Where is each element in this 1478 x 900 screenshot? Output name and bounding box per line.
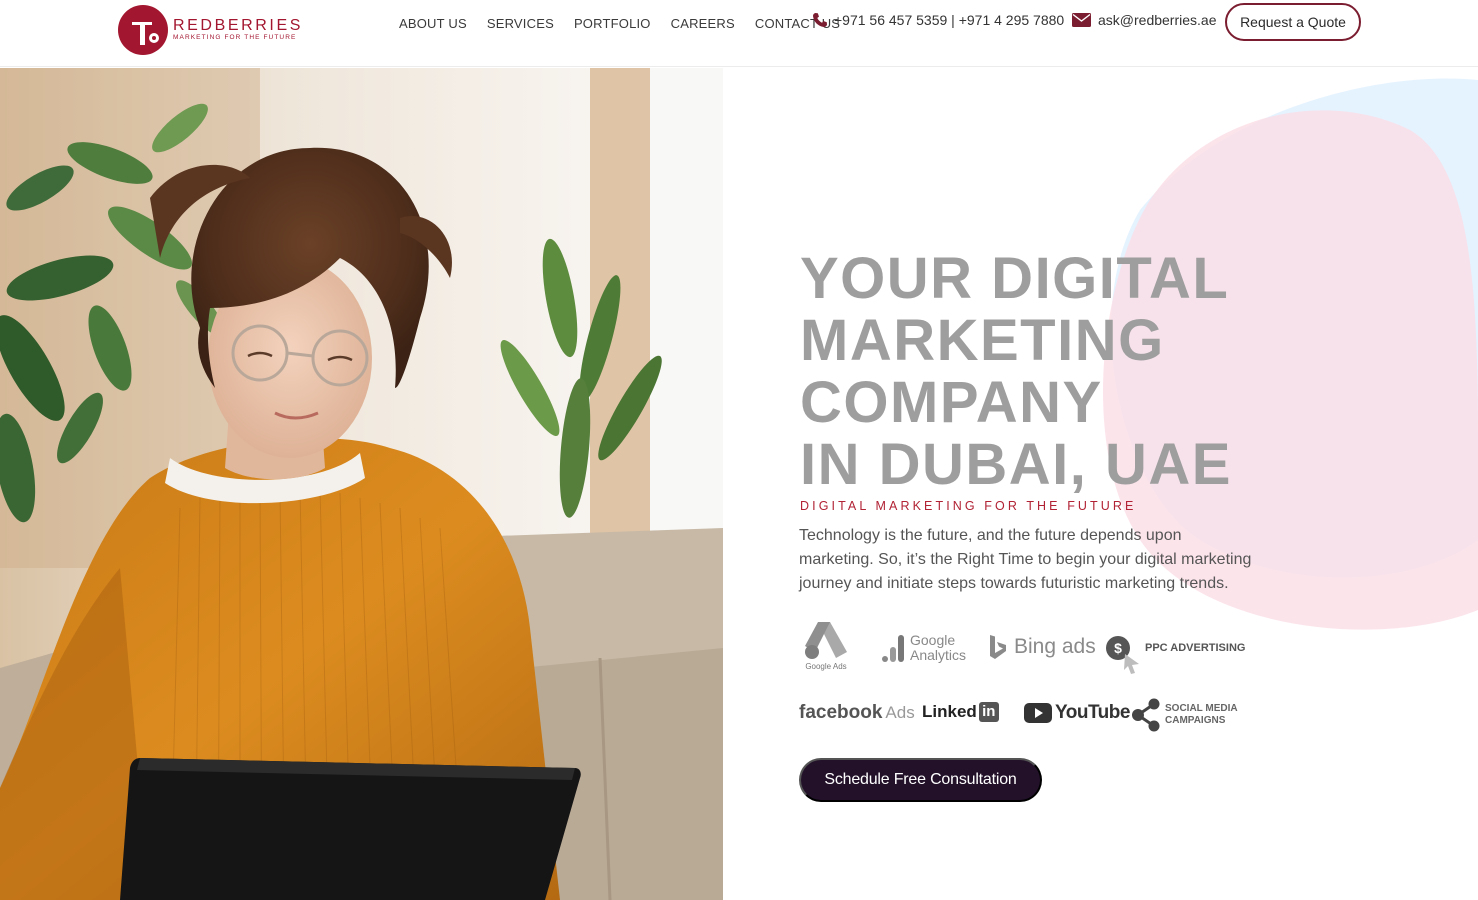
- headline-line: COMPANY: [800, 370, 1103, 435]
- nav-careers[interactable]: CAREERS: [671, 17, 735, 31]
- facebook-ads-logo: facebook Ads: [799, 702, 915, 724]
- headline-line: IN DUBAI, UAE: [800, 432, 1232, 497]
- brand-logo[interactable]: REDBERRIES MARKETING FOR THE FUTURE: [118, 5, 318, 57]
- site-header: REDBERRIES MARKETING FOR THE FUTURE ABOU…: [0, 0, 1478, 67]
- google-ads-icon: [805, 622, 847, 659]
- headline-line: MARKETING: [800, 308, 1165, 373]
- google-analytics-text: Google Analytics: [910, 632, 967, 663]
- nav-about-us[interactable]: ABOUT US: [399, 17, 467, 31]
- ppc-advertising-logo: $ PPC ADVERTISING: [1105, 634, 1245, 676]
- brand-name: REDBERRIES: [173, 17, 304, 34]
- hero-description: Technology is the future, and the future…: [799, 527, 1252, 592]
- google-ads-logo: Google Ads: [802, 618, 850, 671]
- svg-text:$: $: [1114, 640, 1122, 656]
- brand-tagline: MARKETING FOR THE FUTURE: [173, 34, 297, 41]
- share-icon: [1132, 698, 1160, 732]
- linkedin-icon: in: [978, 702, 999, 722]
- google-analytics-logo: Google Analytics: [882, 633, 966, 663]
- dollar-cursor-icon: $: [1106, 636, 1139, 674]
- nav-services[interactable]: SERVICES: [487, 17, 554, 31]
- main-nav: ABOUT US SERVICES PORTFOLIO CAREERS CONT…: [399, 17, 860, 31]
- envelope-icon: [1072, 13, 1091, 27]
- phone-numbers[interactable]: +971 56 457 5359 | +971 4 295 7880: [834, 12, 1064, 28]
- youtube-logo: YouTube: [1024, 702, 1130, 724]
- youtube-label: YouTube: [1055, 702, 1130, 723]
- hero-photo: [0, 68, 723, 900]
- email-contact[interactable]: ask@redberries.ae: [1072, 12, 1217, 28]
- facebook-label: facebook: [799, 702, 883, 723]
- headline-line: YOUR DIGITAL: [800, 246, 1230, 311]
- social-media-campaigns-logo: SOCIAL MEDIA CAMPAIGNS: [1130, 698, 1238, 732]
- hero-headline: YOUR DIGITAL MARKETING COMPANY IN DUBAI,…: [800, 248, 1320, 496]
- bing-ads-label: Bing ads: [1014, 635, 1096, 658]
- phone-contact[interactable]: +971 56 457 5359 | +971 4 295 7880: [812, 12, 1064, 28]
- hero-tagline: DIGITAL MARKETING FOR THE FUTURE: [800, 499, 1137, 513]
- nav-portfolio[interactable]: PORTFOLIO: [574, 17, 651, 31]
- ppc-advertising-label: PPC ADVERTISING: [1145, 642, 1246, 654]
- schedule-consultation-button[interactable]: Schedule Free Consultation: [799, 758, 1042, 802]
- facebook-ads-label: Ads: [885, 703, 915, 722]
- linkedin-label: Linked: [922, 702, 977, 721]
- social-media-label: SOCIAL MEDIA CAMPAIGNS: [1165, 703, 1238, 726]
- youtube-play-icon: [1024, 703, 1052, 723]
- google-ads-label: Google Ads: [805, 662, 847, 671]
- bing-ads-logo: Bing ads: [988, 633, 1096, 661]
- phone-icon: [813, 13, 827, 27]
- bing-icon: [990, 635, 1006, 659]
- email-address[interactable]: ask@redberries.ae: [1098, 12, 1217, 28]
- logo-mark: [118, 5, 168, 55]
- linkedin-logo: Linked in: [922, 702, 999, 722]
- request-quote-button[interactable]: Request a Quote: [1225, 3, 1361, 41]
- analytics-bars-icon: [882, 635, 904, 662]
